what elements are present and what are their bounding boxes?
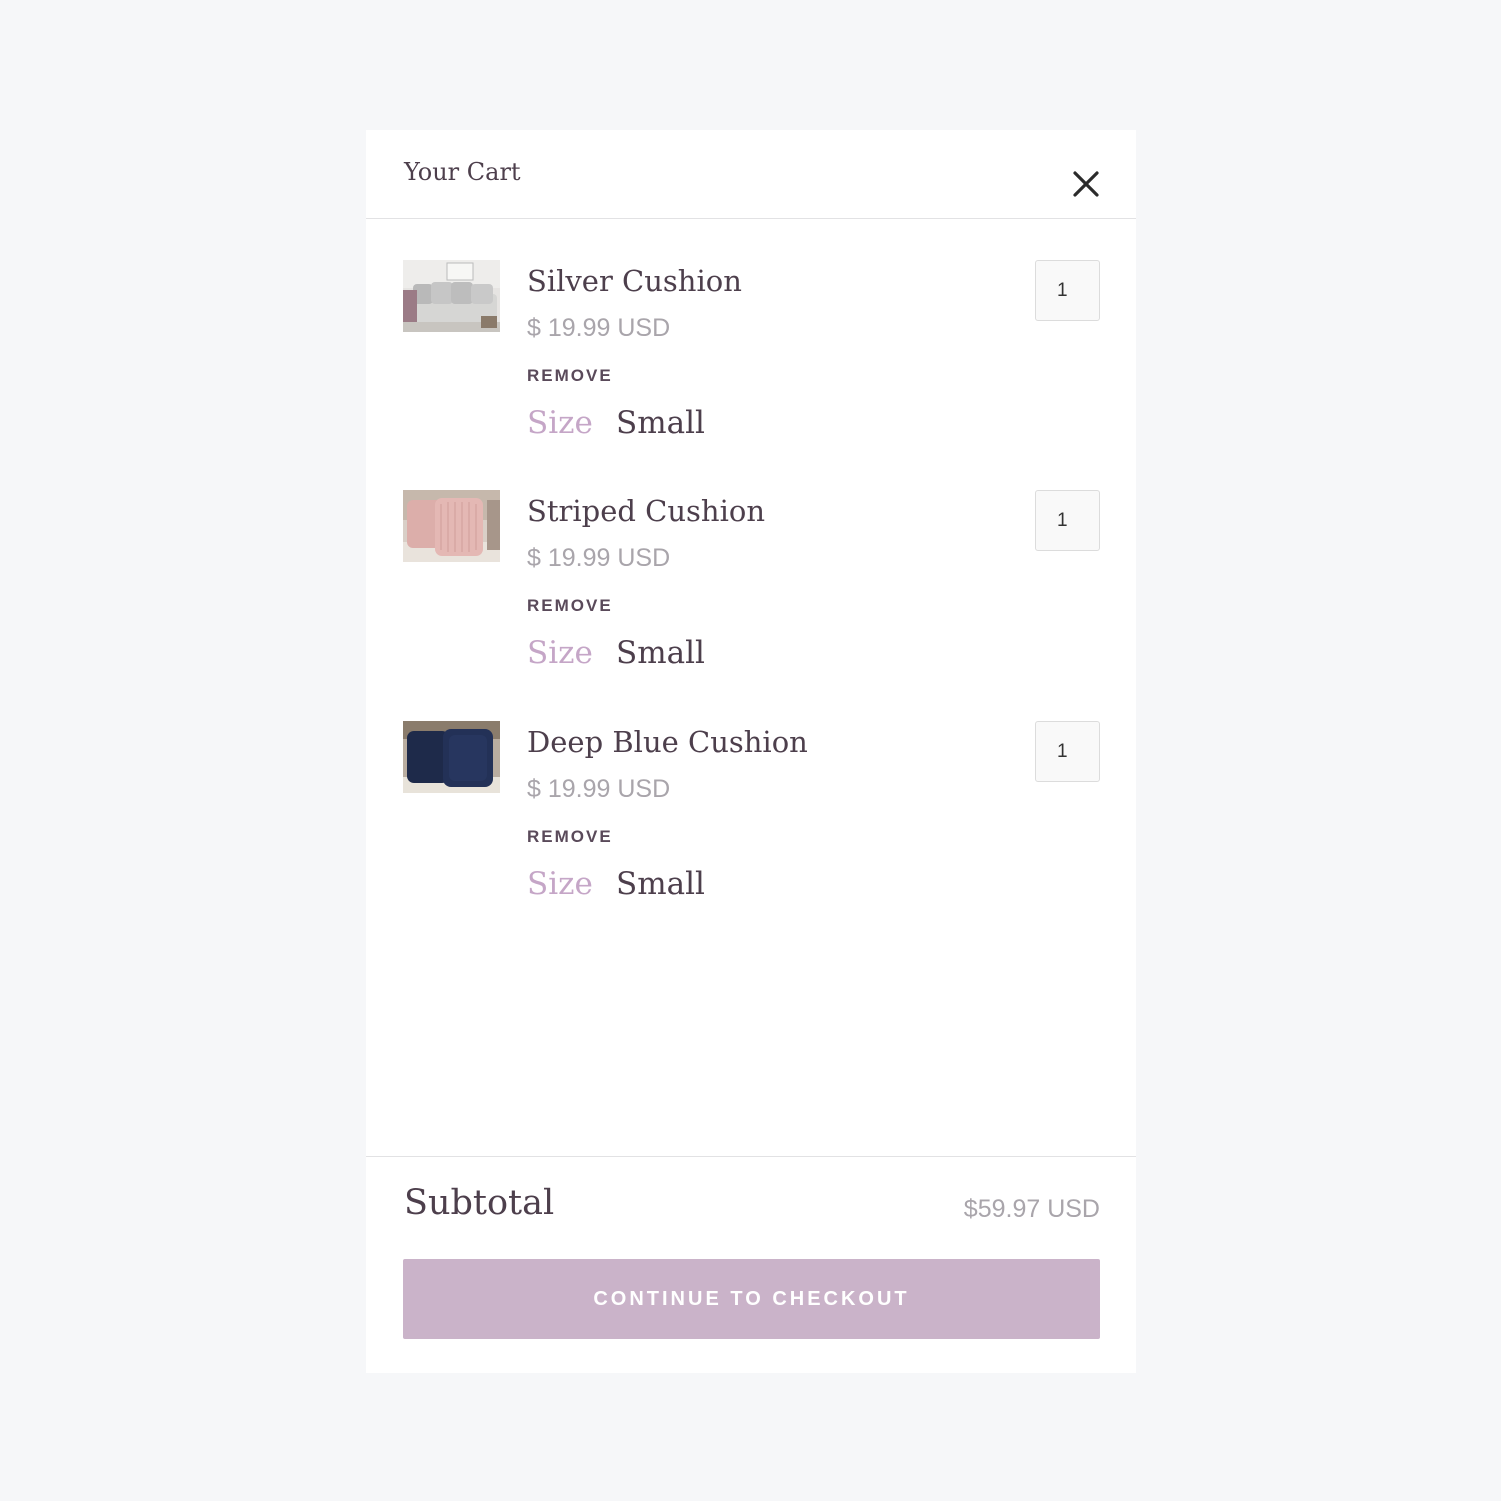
option-label: Size	[527, 635, 593, 671]
subtotal-label: Subtotal	[404, 1183, 555, 1223]
option-label: Size	[527, 866, 593, 902]
option-label: Size	[527, 405, 593, 441]
cart-title: Your Cart	[404, 158, 521, 186]
cart-item: Deep Blue Cushion $ 19.99 USD REMOVE Siz…	[366, 721, 1136, 921]
cart-item: Silver Cushion $ 19.99 USD REMOVE Size S…	[366, 260, 1136, 460]
option-value: Small	[616, 405, 705, 441]
remove-button[interactable]: REMOVE	[527, 596, 613, 616]
quantity-input[interactable]	[1035, 260, 1100, 321]
striped-cushion-thumbnail	[403, 490, 500, 562]
item-price: $ 19.99 USD	[527, 314, 671, 342]
item-name: Silver Cushion	[527, 264, 742, 298]
subtotal-value: $59.97 USD	[963, 1195, 1100, 1223]
item-price: $ 19.99 USD	[527, 775, 671, 803]
quantity-input[interactable]	[1035, 721, 1100, 782]
option-value: Small	[616, 635, 705, 671]
close-button[interactable]	[1070, 168, 1102, 200]
cart-footer: Subtotal $59.97 USD CONTINUE TO CHECKOUT	[366, 1156, 1136, 1373]
cart-item: Striped Cushion $ 19.99 USD REMOVE Size …	[366, 490, 1136, 690]
silver-cushion-thumbnail	[403, 260, 500, 332]
item-name: Striped Cushion	[527, 494, 766, 528]
item-price: $ 19.99 USD	[527, 544, 671, 572]
item-name: Deep Blue Cushion	[527, 725, 808, 759]
cart-header: Your Cart	[366, 130, 1136, 219]
close-icon	[1073, 171, 1099, 197]
option-value: Small	[616, 866, 705, 902]
remove-button[interactable]: REMOVE	[527, 827, 613, 847]
quantity-input[interactable]	[1035, 490, 1100, 551]
cart-panel: Your Cart Silver Cushion $ 19.99 USD REM…	[366, 130, 1136, 1373]
remove-button[interactable]: REMOVE	[527, 366, 613, 386]
checkout-button[interactable]: CONTINUE TO CHECKOUT	[403, 1259, 1100, 1339]
deep-blue-cushion-thumbnail	[403, 721, 500, 793]
